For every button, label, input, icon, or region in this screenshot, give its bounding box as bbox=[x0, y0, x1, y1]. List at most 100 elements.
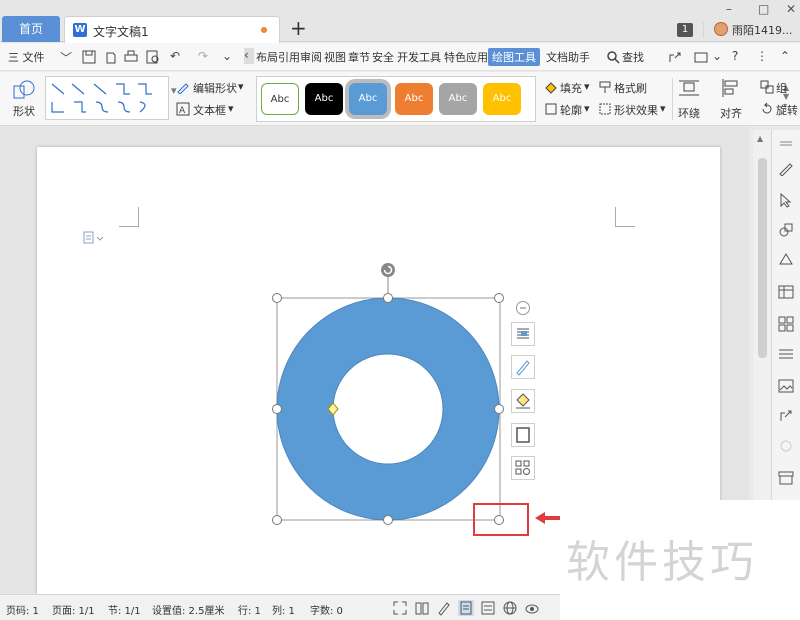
export-panel-icon[interactable] bbox=[778, 408, 794, 424]
print-preview-icon[interactable] bbox=[146, 50, 160, 64]
search-icon[interactable] bbox=[606, 50, 620, 64]
outline-button[interactable]: 轮廓 bbox=[560, 102, 582, 118]
collapse-tools-icon[interactable] bbox=[515, 300, 531, 316]
rotate-button[interactable]: 旋转 bbox=[776, 102, 798, 118]
resize-handle-top-right[interactable] bbox=[494, 293, 504, 303]
write-mode-icon[interactable] bbox=[436, 600, 452, 616]
resize-handle-bottom-left[interactable] bbox=[272, 515, 282, 525]
new-tab-button[interactable]: + bbox=[290, 18, 307, 38]
scroll-left-icon[interactable]: ‹ bbox=[244, 48, 254, 64]
user-name[interactable]: 雨陌1419... bbox=[732, 22, 792, 38]
menu-item-review[interactable]: 审阅 bbox=[300, 49, 322, 65]
shape-style-gallery[interactable]: Abc Abc Abc Abc Abc Abc ▲ ▼ ▾ bbox=[256, 76, 789, 122]
resize-handle-bottom[interactable] bbox=[383, 515, 393, 525]
cloud-sync-icon[interactable] bbox=[694, 50, 710, 64]
paragraph-layout-icon[interactable] bbox=[83, 231, 105, 245]
share-icon[interactable] bbox=[668, 50, 682, 64]
collapse-ribbon-icon[interactable]: ⌃ bbox=[780, 49, 790, 63]
read-mode-icon[interactable] bbox=[414, 600, 430, 616]
tab-document[interactable]: W 文字文稿1 bbox=[64, 16, 280, 43]
resize-handle-left[interactable] bbox=[272, 404, 282, 414]
maximize-icon[interactable]: □ bbox=[758, 2, 769, 16]
print-icon[interactable] bbox=[124, 50, 138, 64]
shape-fill-button[interactable] bbox=[511, 389, 535, 413]
more-tools-button[interactable] bbox=[511, 456, 535, 480]
shape-outline-button[interactable] bbox=[511, 355, 535, 379]
redo-icon[interactable]: ↷ bbox=[198, 49, 208, 63]
more-options-icon[interactable]: ⋮ bbox=[756, 49, 768, 63]
tab-home[interactable]: 首页 bbox=[2, 16, 60, 42]
group-button[interactable]: 组 bbox=[776, 80, 787, 96]
resize-handle-top[interactable] bbox=[383, 293, 393, 303]
menu-item-layout[interactable]: 布局 bbox=[256, 49, 278, 65]
window-count-badge[interactable]: 1 bbox=[677, 23, 693, 37]
page-view-icon[interactable] bbox=[458, 600, 474, 616]
shapes-panel-icon[interactable] bbox=[778, 222, 794, 238]
outline-view-icon[interactable] bbox=[480, 600, 496, 616]
grid-apps-icon[interactable] bbox=[778, 316, 794, 332]
style-sample-black[interactable]: Abc bbox=[305, 83, 343, 115]
style-sample-orange[interactable]: Abc bbox=[395, 83, 433, 115]
fill-style-icon[interactable] bbox=[778, 252, 794, 268]
status-column[interactable]: 列: 1 bbox=[272, 602, 295, 617]
status-row[interactable]: 行: 1 bbox=[238, 602, 261, 617]
style-sample-yellow[interactable]: Abc bbox=[483, 83, 521, 115]
menu-item-features[interactable]: 特色应用 bbox=[444, 49, 488, 65]
help-icon[interactable]: ? bbox=[732, 49, 738, 63]
cursor-icon[interactable] bbox=[778, 192, 794, 208]
scrollbar-thumb[interactable] bbox=[758, 158, 767, 358]
menu-item-developer[interactable]: 开发工具 bbox=[397, 49, 441, 65]
table-icon[interactable] bbox=[778, 284, 794, 300]
menu-item-section[interactable]: 章节 bbox=[348, 49, 370, 65]
shape-effects-button[interactable]: 形状效果 bbox=[614, 102, 658, 118]
style-sample-blue[interactable]: Abc bbox=[349, 83, 387, 115]
status-section[interactable]: 节: 1/1 bbox=[108, 602, 141, 617]
fill-dropdown-icon[interactable]: ▾ bbox=[584, 80, 590, 93]
eye-protection-icon[interactable] bbox=[524, 600, 540, 616]
file-menu[interactable]: 三 文件 bbox=[8, 49, 45, 65]
layout-options-button[interactable] bbox=[511, 322, 535, 346]
menu-item-drawing-tools[interactable]: 绘图工具 bbox=[488, 48, 540, 66]
style-sample-white[interactable]: Abc bbox=[261, 83, 299, 115]
format-painter-button[interactable]: 格式刷 bbox=[614, 80, 647, 96]
web-view-icon[interactable] bbox=[502, 600, 518, 616]
pen-edit-icon[interactable] bbox=[778, 160, 794, 176]
status-pages[interactable]: 页面: 1/1 bbox=[52, 602, 95, 617]
style-sample-gray[interactable]: Abc bbox=[439, 83, 477, 115]
fullscreen-icon[interactable] bbox=[392, 600, 408, 616]
more-chevron-icon[interactable]: ⌄ bbox=[222, 49, 232, 63]
status-page-number[interactable]: 页码: 1 bbox=[6, 602, 39, 617]
status-setting-value[interactable]: 设置值: 2.5厘米 bbox=[152, 602, 224, 617]
scroll-up-icon[interactable]: ▲ bbox=[757, 134, 763, 143]
menu-item-references[interactable]: 引用 bbox=[278, 49, 300, 65]
close-icon[interactable]: ✕ bbox=[786, 2, 796, 16]
search-label[interactable]: 查找 bbox=[622, 49, 644, 65]
save-icon[interactable] bbox=[82, 50, 96, 64]
avatar[interactable] bbox=[714, 22, 728, 36]
archive-icon[interactable] bbox=[778, 470, 794, 486]
cloud-dropdown-icon[interactable]: ⌄ bbox=[712, 49, 722, 63]
donut-shape-selection[interactable] bbox=[270, 260, 510, 530]
outline-dropdown-icon[interactable]: ▾ bbox=[584, 102, 590, 115]
minimize-icon[interactable]: – bbox=[726, 2, 732, 16]
image-icon[interactable] bbox=[778, 378, 794, 394]
shape-button[interactable]: 形状 bbox=[6, 80, 42, 119]
menu-item-security[interactable]: 安全 bbox=[372, 49, 394, 65]
menu-item-view[interactable]: 视图 bbox=[324, 49, 346, 65]
rotate-handle-icon[interactable] bbox=[381, 263, 395, 277]
shape-effects-dropdown-icon[interactable]: ▾ bbox=[660, 102, 666, 115]
align-button[interactable]: 对齐 bbox=[720, 78, 742, 121]
resize-handle-right[interactable] bbox=[494, 404, 504, 414]
text-box-button[interactable]: 文本框 bbox=[193, 102, 226, 118]
edit-shape-button[interactable]: 编辑形状 bbox=[193, 80, 237, 96]
donut-shape[interactable] bbox=[276, 297, 500, 521]
text-box-dropdown-icon[interactable]: ▾ bbox=[228, 102, 234, 115]
export-icon[interactable] bbox=[104, 50, 118, 64]
collapse-bar-icon[interactable] bbox=[778, 136, 794, 152]
wrap-button[interactable]: 环绕 bbox=[678, 78, 700, 121]
line-shapes-gallery[interactable] bbox=[45, 76, 169, 120]
menu-item-doc-assistant[interactable]: 文档助手 bbox=[546, 49, 590, 65]
fill-button[interactable]: 填充 bbox=[560, 80, 582, 96]
settings-sliders-icon[interactable] bbox=[778, 346, 794, 362]
shape-style-button[interactable] bbox=[511, 423, 535, 447]
